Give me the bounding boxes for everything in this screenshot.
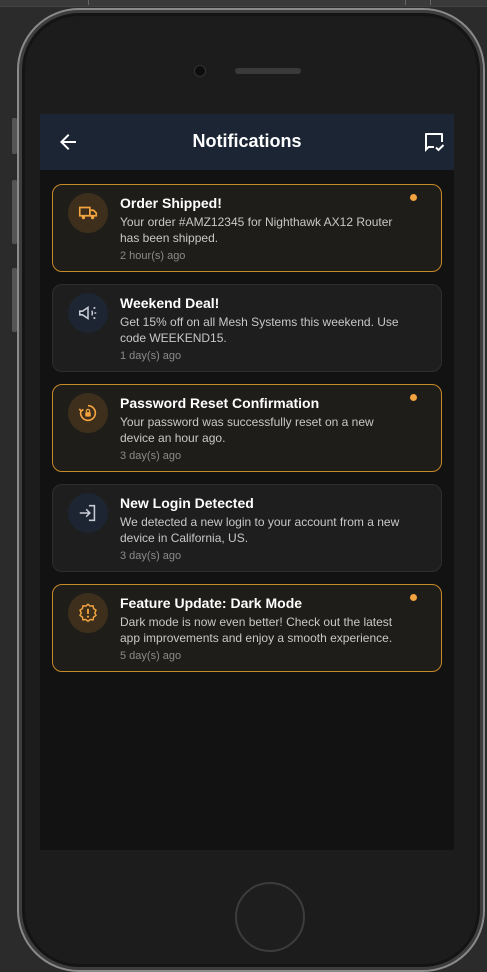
lock-reset-icon [78,404,97,422]
notification-time: 1 day(s) ago [120,350,182,362]
new-release-icon [79,603,97,623]
notification-body: We detected a new login to your account … [120,515,400,545]
notification-title: Password Reset Confirmation [120,395,320,411]
unread-dot [410,594,417,601]
notification-icon-badge [68,293,108,333]
notification-card[interactable]: New Login Detected We detected a new log… [52,484,442,572]
notification-icon-badge [68,193,108,233]
notification-icon-badge [68,493,108,533]
notification-title: Order Shipped! [120,195,222,211]
unread-dot [410,194,417,201]
notification-time: 3 day(s) ago [120,450,182,462]
megaphone-icon [78,306,97,320]
mark-chat-read-icon [425,133,445,152]
app-bar: Notifications [40,114,454,170]
notification-title: Feature Update: Dark Mode [120,595,303,611]
notification-title: Weekend Deal! [120,295,220,311]
notification-icon-badge [68,393,108,433]
ruler-tick [405,0,406,5]
notification-body: Dark mode is now even better! Check out … [120,615,393,645]
notification-list: Order Shipped! Your order #AMZ12345 for … [52,184,442,684]
mute-switch [12,118,17,154]
page-title: Notifications [192,131,302,151]
notification-body: Get 15% off on all Mesh Systems this wee… [120,315,399,345]
notification-body: Your password was successfully reset on … [120,415,374,445]
home-button [235,882,305,952]
app-screen: Notifications Order Shipped! Your order … [40,114,454,850]
ruler-tick [430,0,431,5]
front-camera [194,65,206,77]
volume-down-button [12,268,17,332]
notification-icon-badge [68,593,108,633]
notification-title: New Login Detected [120,495,254,511]
unread-dot [410,394,417,401]
notification-card[interactable]: Weekend Deal! Get 15% off on all Mesh Sy… [52,284,442,372]
earpiece-speaker [235,68,301,74]
editor-ruler [0,0,487,7]
mark-all-read-button[interactable] [422,130,446,154]
volume-up-button [12,180,17,244]
notification-card[interactable]: Order Shipped! Your order #AMZ12345 for … [52,184,442,272]
notification-card[interactable]: Feature Update: Dark Mode Dark mode is n… [52,584,442,672]
notification-time: 5 day(s) ago [120,650,182,662]
login-icon [79,504,96,522]
notification-card[interactable]: Password Reset Confirmation Your passwor… [52,384,442,472]
notification-body: Your order #AMZ12345 for Nighthawk AX12 … [120,215,393,245]
ruler-tick [88,0,89,5]
notification-time: 2 hour(s) ago [120,250,186,262]
truck-icon [78,206,98,220]
notification-time: 3 day(s) ago [120,550,182,562]
